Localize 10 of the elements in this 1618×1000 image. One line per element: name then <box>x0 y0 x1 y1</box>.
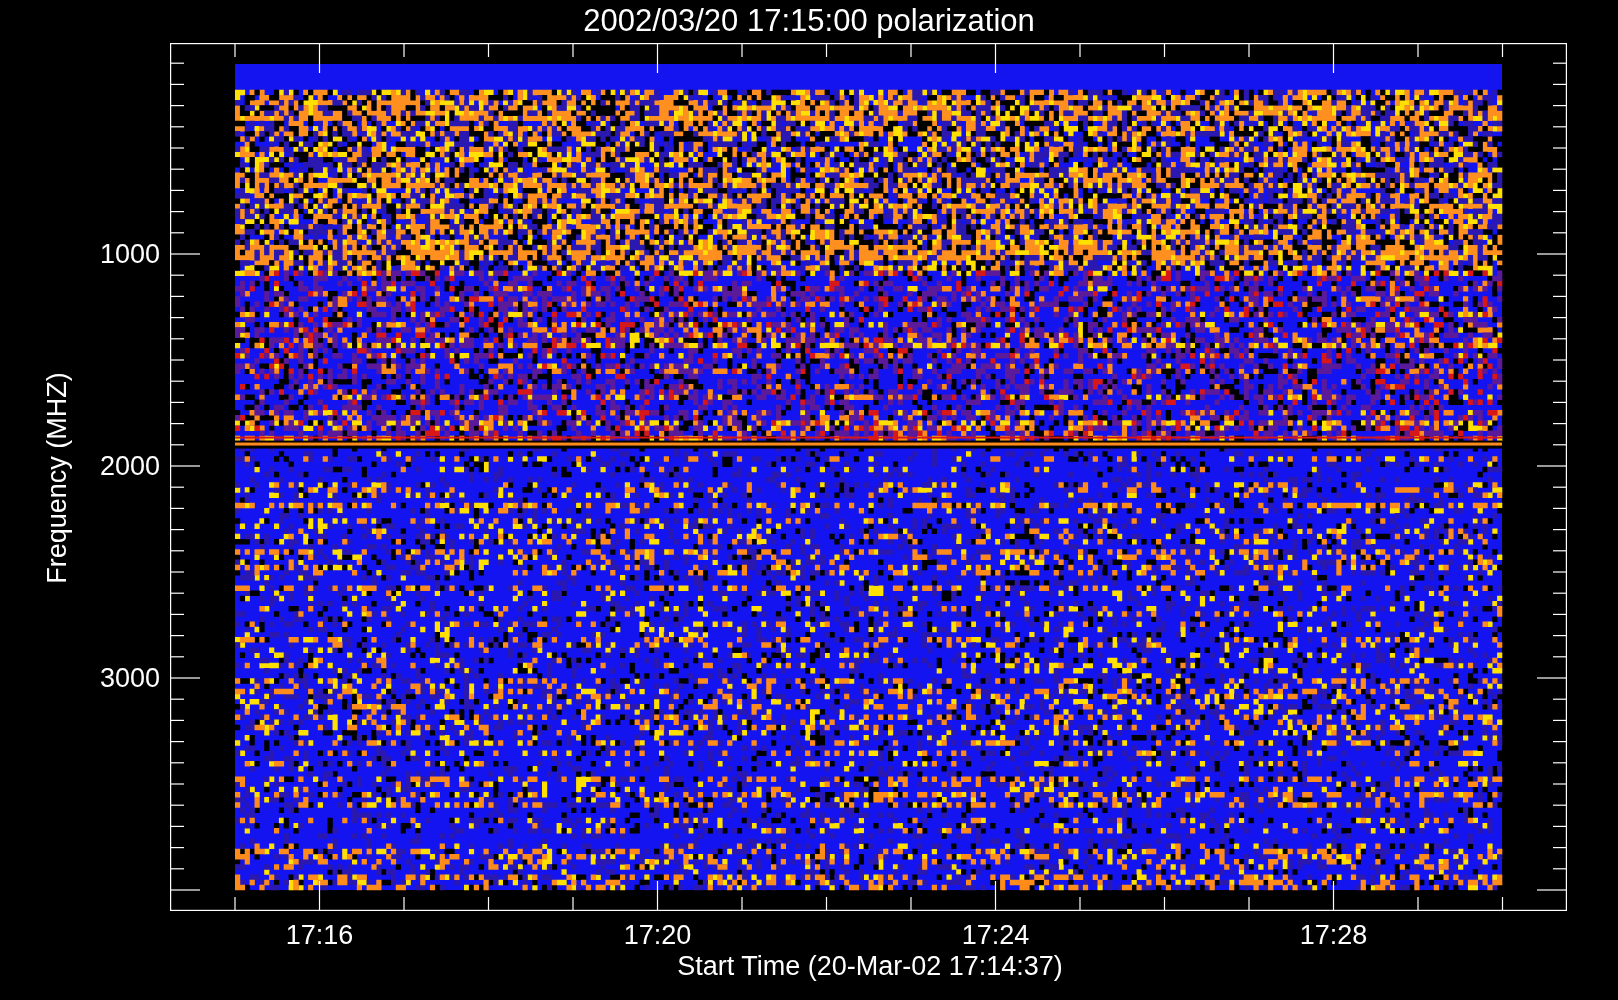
x-tick-label: 17:28 <box>1298 920 1369 950</box>
x-tick-label: 17:24 <box>960 920 1031 950</box>
y-tick-label: 2000 <box>98 451 160 481</box>
x-axis-label: Start Time (20-Mar-02 17:14:37) <box>676 950 1064 982</box>
y-axis-label: Frequency (MHZ) <box>42 372 72 584</box>
y-tick-label: 3000 <box>98 663 160 693</box>
chart-title: 2002/03/20 17:15:00 polarization <box>582 2 1036 40</box>
x-tick-label: 17:16 <box>284 920 355 950</box>
y-tick-label: 1000 <box>98 239 160 269</box>
x-tick-label: 17:20 <box>622 920 693 950</box>
